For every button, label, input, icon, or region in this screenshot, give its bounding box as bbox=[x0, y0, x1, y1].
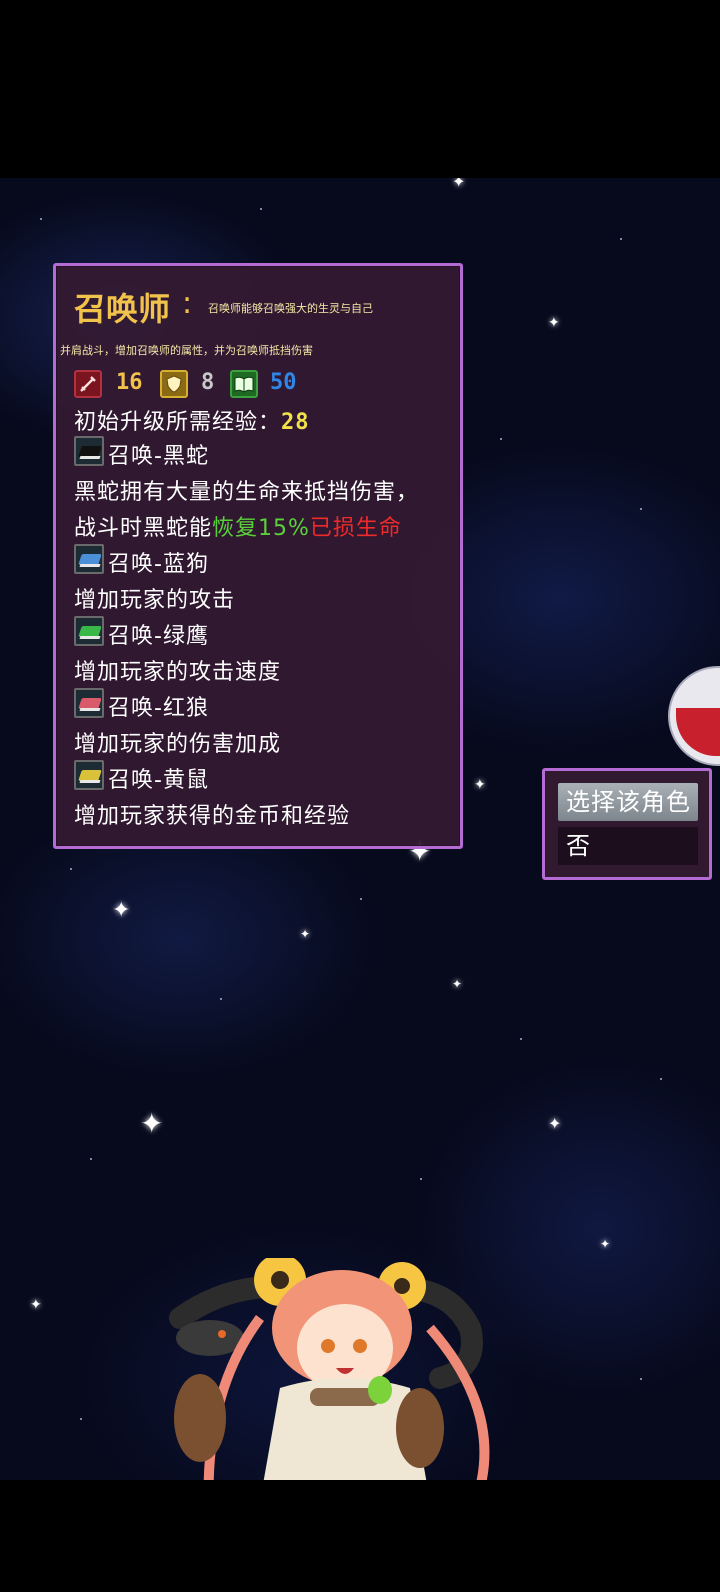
star: ✦ bbox=[300, 927, 311, 941]
attack-value: 16 bbox=[116, 370, 143, 395]
summon-desc: 增加玩家的伤害加成 bbox=[74, 732, 282, 757]
summon-name: 召唤-蓝狗 bbox=[108, 552, 209, 577]
star: ✦ bbox=[474, 777, 486, 793]
star: ✦ bbox=[548, 315, 560, 331]
star: ✦ bbox=[30, 1297, 42, 1313]
exp-label: 初始升级所需经验： bbox=[74, 410, 282, 435]
cancel-option-button[interactable]: 否 bbox=[558, 827, 698, 865]
summoner-character-sprite bbox=[169, 1258, 490, 1480]
summon-desc-line2: 战斗时黑蛇能恢复15%已损生命 bbox=[74, 510, 402, 542]
summon-name: 召唤-黄鼠 bbox=[108, 768, 209, 793]
heal-percent-text: 恢复15% bbox=[212, 516, 310, 541]
star-dot bbox=[620, 238, 622, 240]
defense-value: 8 bbox=[201, 370, 215, 395]
star-dot bbox=[640, 508, 642, 510]
summon-desc: 增加玩家的攻击速度 bbox=[74, 660, 282, 685]
star: ✦ bbox=[140, 1107, 164, 1140]
star: ✦ bbox=[548, 1114, 562, 1133]
exp-value: 28 bbox=[281, 410, 310, 435]
star: ✦ bbox=[600, 1237, 611, 1251]
choice-menu: 选择该角色 否 bbox=[542, 768, 712, 880]
summon-name: 召唤-红狼 bbox=[108, 696, 209, 721]
select-character-button[interactable]: 选择该角色 bbox=[558, 783, 698, 821]
star-dot bbox=[90, 1158, 92, 1160]
spellbook-icon bbox=[230, 370, 258, 398]
red-book-icon bbox=[74, 688, 104, 718]
star-dot bbox=[520, 1038, 522, 1040]
star-dot bbox=[220, 998, 222, 1000]
summon-desc: 增加玩家获得的金币和经验 bbox=[74, 804, 351, 829]
summon-desc: 增加玩家的攻击 bbox=[74, 588, 236, 613]
star: ✦ bbox=[112, 898, 131, 923]
star-dot bbox=[360, 898, 362, 900]
class-description-line1: 召唤师能够召唤强大的生灵与自己 bbox=[208, 302, 373, 315]
star-dot bbox=[40, 218, 42, 220]
summon-desc-prefix: 战斗时黑蛇能 bbox=[74, 516, 213, 541]
star-dot bbox=[70, 868, 72, 870]
sword-icon bbox=[74, 370, 102, 398]
potion-fill bbox=[676, 708, 720, 756]
class-title: 召唤师 bbox=[74, 290, 171, 328]
summon-name: 召唤-绿鹰 bbox=[108, 624, 209, 649]
star-dot bbox=[660, 1078, 662, 1080]
summon-name: 召唤-黑蛇 bbox=[108, 444, 209, 469]
lost-hp-text: 已损生命 bbox=[309, 516, 402, 541]
mana-value: 50 bbox=[270, 370, 297, 395]
star-dot bbox=[420, 1178, 422, 1180]
shield-icon bbox=[160, 370, 188, 398]
class-description-line2: 并肩战斗，增加召唤师的属性，并为召唤师抵挡伤害 bbox=[60, 344, 313, 357]
black-book-icon bbox=[74, 436, 104, 466]
star: ✦ bbox=[452, 178, 466, 191]
yellow-book-icon bbox=[74, 760, 104, 790]
star-dot bbox=[260, 208, 262, 210]
blue-book-icon bbox=[74, 544, 104, 574]
star-dot bbox=[500, 438, 502, 440]
star-dot bbox=[640, 1378, 642, 1380]
summon-desc: 黑蛇拥有大量的生命来抵挡伤害， bbox=[74, 480, 420, 505]
potion-bubble-button[interactable] bbox=[668, 666, 720, 766]
star-dot bbox=[80, 1418, 82, 1420]
title-colon: : bbox=[182, 286, 193, 321]
class-info-panel: 召唤师 : 召唤师能够召唤强大的生灵与自己 并肩战斗，增加召唤师的属性，并为召唤… bbox=[53, 263, 463, 849]
exp-line: 初始升级所需经验：28 bbox=[74, 404, 310, 436]
green-book-icon bbox=[74, 616, 104, 646]
star: ✦ bbox=[452, 977, 463, 991]
